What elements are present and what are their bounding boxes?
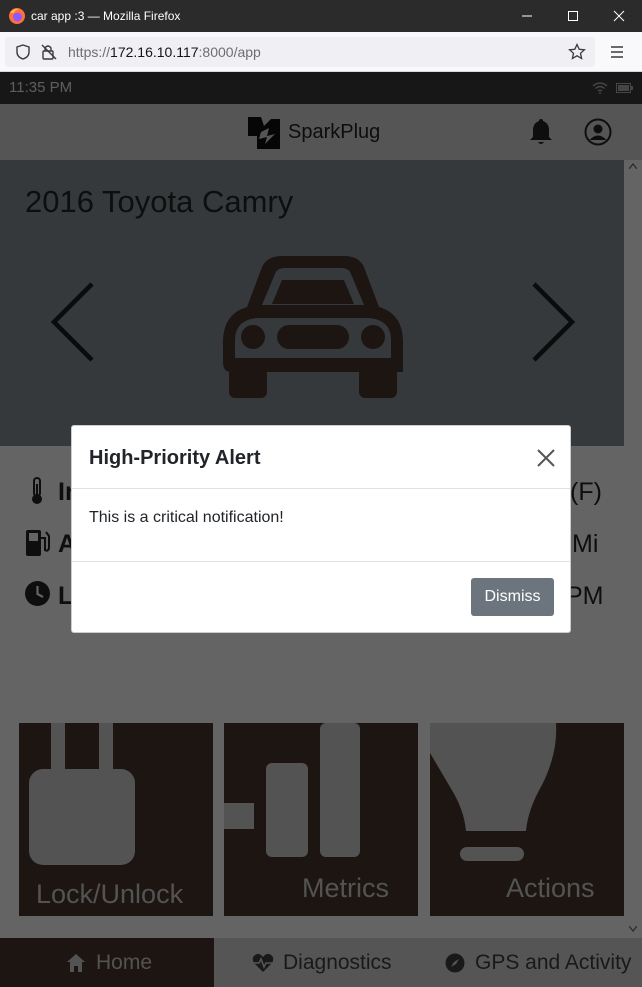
url-text: https://172.16.10.117:8000/app — [68, 44, 261, 60]
minimize-icon — [522, 15, 532, 17]
close-icon — [613, 10, 625, 22]
minimize-button[interactable] — [504, 0, 550, 32]
insecure-lock-icon[interactable] — [40, 43, 58, 61]
close-icon[interactable] — [534, 446, 558, 470]
shield-icon — [16, 44, 30, 60]
window-title: car app :3 — Mozilla Firefox — [31, 9, 181, 23]
modal-header-divider — [72, 488, 570, 489]
url-path: :8000/app — [198, 44, 261, 60]
modal-footer-divider — [72, 561, 570, 562]
bookmark-star-icon[interactable] — [568, 43, 586, 61]
url-scheme: https:// — [68, 44, 111, 60]
browser-title-bar: car app :3 — Mozilla Firefox — [0, 0, 642, 32]
navigation-toolbar: https://172.16.10.117:8000/app — [0, 32, 642, 72]
dismiss-button[interactable]: Dismiss — [471, 578, 554, 616]
modal-title: High-Priority Alert — [89, 447, 261, 469]
close-window-button[interactable] — [596, 0, 642, 32]
hamburger-menu-icon[interactable] — [609, 44, 625, 60]
maximize-button[interactable] — [550, 0, 596, 32]
modal-body-text: This is a critical notification! — [89, 509, 284, 526]
firefox-icon — [9, 8, 25, 24]
alert-modal: High-Priority Alert This is a critical n… — [71, 425, 571, 633]
maximize-icon — [568, 11, 578, 21]
url-host: 172.16.10.117 — [110, 44, 199, 60]
url-field[interactable]: https://172.16.10.117:8000/app — [5, 37, 595, 67]
